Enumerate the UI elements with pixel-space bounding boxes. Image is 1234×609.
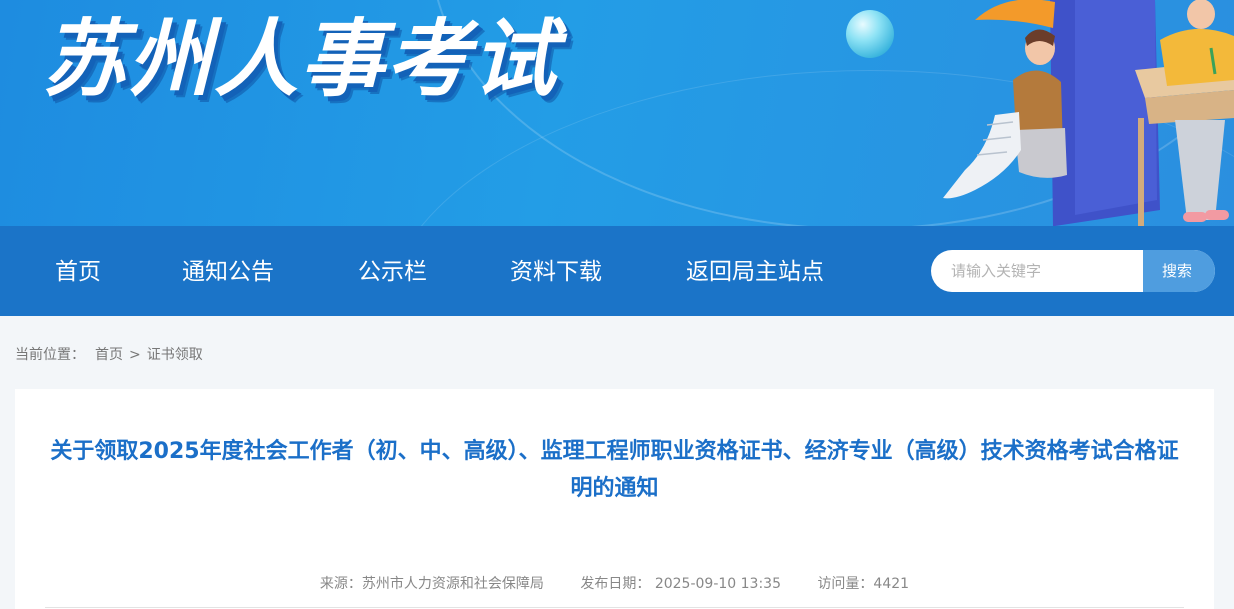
site-title-text: 苏州人事考试 bbox=[42, 10, 559, 108]
article-date: 发布日期： 2025-09-10 13:35 bbox=[580, 576, 781, 592]
article-source: 来源：苏州市人力资源和社会保障局 bbox=[319, 576, 544, 592]
search-button[interactable]: 搜索 bbox=[1143, 250, 1215, 292]
site-title: 苏州人事考试 bbox=[42, 6, 662, 112]
nav-item-home[interactable]: 首页 bbox=[55, 226, 101, 316]
article-title: 关于领取2025年度社会工作者（初、中、高级）、监理工程师职业资格证书、经济专业… bbox=[50, 439, 1179, 501]
article-card: 关于领取2025年度社会工作者（初、中、高级）、监理工程师职业资格证书、经济专业… bbox=[15, 389, 1214, 609]
article-divider bbox=[45, 607, 1184, 608]
nav-item-public-board[interactable]: 公示栏 bbox=[358, 226, 427, 316]
breadcrumb-item-home[interactable]: 首页 bbox=[95, 347, 123, 363]
banner-illustration bbox=[943, 0, 1234, 226]
search-box: 搜索 bbox=[931, 250, 1215, 292]
nav-item-bureau-site[interactable]: 返回局主站点 bbox=[686, 226, 824, 316]
banner-orb-decoration bbox=[846, 10, 894, 58]
breadcrumb-separator: > bbox=[129, 347, 141, 363]
article-views: 访问量：4421 bbox=[817, 576, 910, 592]
breadcrumb-item-current[interactable]: 证书领取 bbox=[147, 347, 203, 363]
breadcrumb-prefix: 当前位置： bbox=[15, 347, 85, 363]
search-input[interactable] bbox=[931, 250, 1143, 292]
nav-item-downloads[interactable]: 资料下载 bbox=[510, 226, 602, 316]
article-meta: 来源：苏州市人力资源和社会保障局 发布日期： 2025-09-10 13:35 … bbox=[15, 573, 1214, 593]
main-nav: 首页 通知公告 公示栏 资料下载 返回局主站点 搜索 bbox=[0, 226, 1234, 316]
breadcrumb: 当前位置： 首页 > 证书领取 bbox=[15, 344, 203, 364]
header-banner: 苏州人事考试 bbox=[0, 0, 1234, 226]
nav-item-notices[interactable]: 通知公告 bbox=[182, 226, 274, 316]
